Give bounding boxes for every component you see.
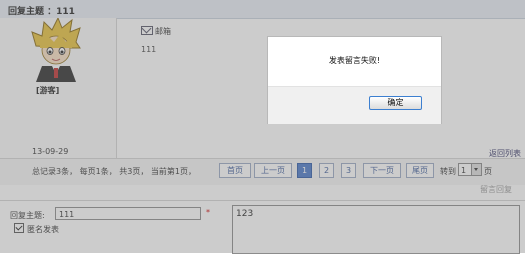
dialog-footer: 确定: [268, 86, 441, 124]
modal-overlay: [0, 0, 525, 253]
ok-button[interactable]: 确定: [369, 96, 422, 110]
alert-dialog: 发表留言失败! 确定: [267, 36, 442, 124]
alert-message: 发表留言失败!: [328, 56, 381, 65]
